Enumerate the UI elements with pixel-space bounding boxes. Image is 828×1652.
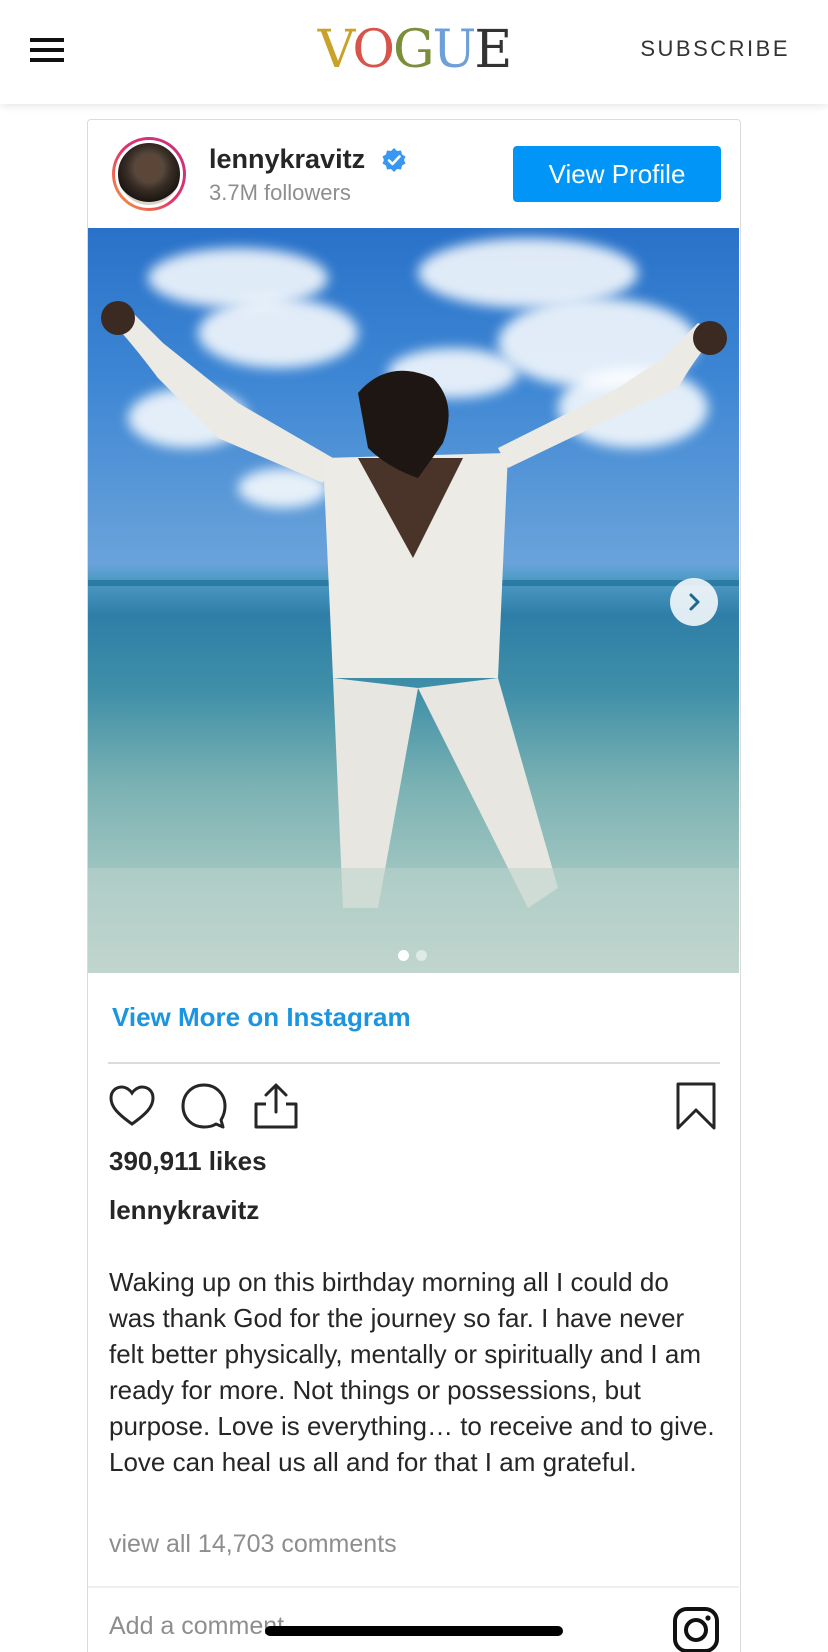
view-more-on-instagram-link[interactable]: View More on Instagram (112, 1002, 411, 1033)
hamburger-menu-icon[interactable] (30, 36, 64, 64)
heart-icon[interactable] (108, 1082, 156, 1130)
site-header: VOGUE SUBSCRIBE (0, 0, 828, 104)
post-caption: Waking up on this birthday morning all I… (109, 1267, 715, 1477)
profile-username[interactable]: lennykravitz (209, 144, 365, 175)
caption-username[interactable]: lennykravitz (109, 1195, 259, 1226)
carousel-indicator (398, 950, 438, 962)
post-photo[interactable] (88, 228, 739, 973)
home-indicator (265, 1626, 563, 1636)
view-all-comments-link[interactable]: view all 14,703 comments (109, 1530, 397, 1559)
carousel-next-button[interactable] (670, 578, 718, 626)
vogue-logo[interactable]: VOGUE (312, 20, 516, 80)
man-in-white-suit-figure (88, 301, 739, 973)
verified-badge-icon (382, 148, 406, 172)
bookmark-icon[interactable] (672, 1082, 720, 1130)
post-header: lennykravitz 3.7M followers View Profile (88, 120, 739, 228)
speech-bubble-icon[interactable] (180, 1082, 228, 1130)
carousel-dot (416, 950, 427, 961)
follower-count: 3.7M followers (209, 180, 351, 205)
instagram-icon[interactable] (672, 1606, 720, 1652)
carousel-dot-active (398, 950, 409, 961)
chevron-right-icon (689, 593, 700, 611)
share-icon[interactable] (252, 1082, 300, 1130)
like-count[interactable]: 390,911 likes (109, 1146, 267, 1177)
avatar[interactable] (112, 137, 186, 211)
divider (88, 1586, 739, 1588)
divider (108, 1062, 720, 1064)
view-profile-button[interactable]: View Profile (513, 146, 721, 202)
post-actions (108, 1082, 720, 1134)
instagram-embed: lennykravitz 3.7M followers View Profile (87, 119, 741, 1652)
subscribe-link[interactable]: SUBSCRIBE (640, 36, 790, 62)
